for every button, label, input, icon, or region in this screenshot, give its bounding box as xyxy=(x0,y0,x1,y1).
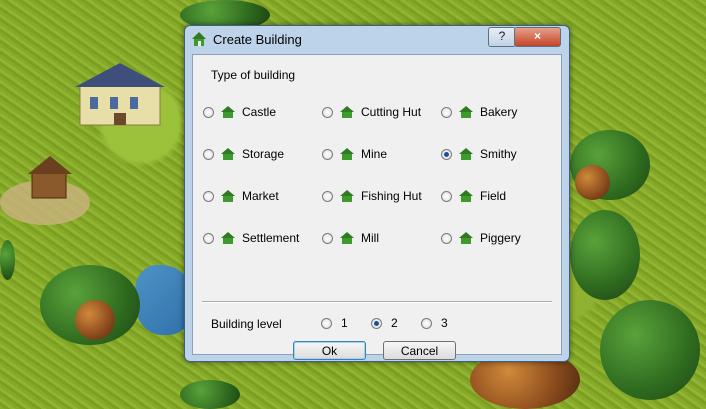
building-type-label: Piggery xyxy=(480,231,521,245)
section-divider xyxy=(202,301,552,303)
building-type-option[interactable]: Smithy xyxy=(441,145,517,163)
building-type-label: Castle xyxy=(242,105,277,119)
close-button[interactable]: × xyxy=(514,27,561,47)
house-icon xyxy=(192,32,206,46)
radio-button[interactable] xyxy=(321,317,332,329)
house-icon xyxy=(459,232,473,244)
building-type-label: Fishing Hut xyxy=(361,189,422,203)
house-icon xyxy=(221,232,235,244)
radio-button[interactable] xyxy=(441,190,452,202)
castle-building-image xyxy=(75,63,165,126)
tree-autumn xyxy=(575,165,610,200)
hut-building-image xyxy=(28,156,72,199)
radio-button[interactable] xyxy=(203,106,214,118)
tree-cluster xyxy=(600,300,700,400)
building-type-label: Storage xyxy=(242,147,285,161)
radio-button[interactable] xyxy=(441,106,452,118)
building-type-label: Mill xyxy=(361,231,379,245)
building-type-option[interactable]: Settlement xyxy=(203,229,299,247)
radio-button[interactable] xyxy=(322,148,333,160)
radio-button[interactable] xyxy=(421,317,432,329)
house-icon xyxy=(340,232,354,244)
house-icon xyxy=(221,190,235,202)
building-type-label: Mine xyxy=(361,147,388,161)
building-type-label: Cutting Hut xyxy=(361,105,422,119)
building-type-label: Field xyxy=(480,189,507,203)
building-level-label-value: 3 xyxy=(441,316,448,330)
building-type-label: Smithy xyxy=(480,147,517,161)
dialog-titlebar[interactable]: Create Building ? × xyxy=(185,26,569,52)
radio-button[interactable] xyxy=(441,232,452,244)
building-type-option[interactable]: Field xyxy=(441,187,506,205)
type-of-building-label: Type of building xyxy=(211,68,296,82)
house-icon xyxy=(340,190,354,202)
tree-cluster xyxy=(570,210,640,300)
dialog-title: Create Building xyxy=(213,32,302,47)
building-type-option[interactable]: Storage xyxy=(203,145,284,163)
building-type-option[interactable]: Fishing Hut xyxy=(322,187,422,205)
tree-cluster xyxy=(0,240,15,280)
building-level-label-value: 1 xyxy=(341,316,348,330)
radio-button[interactable] xyxy=(322,232,333,244)
building-type-option[interactable]: Market xyxy=(203,187,279,205)
radio-button[interactable] xyxy=(203,148,214,160)
radio-button[interactable] xyxy=(441,148,452,160)
building-type-option[interactable]: Mill xyxy=(322,229,379,247)
create-building-dialog: Create Building ? × Type of building Cas… xyxy=(184,25,570,362)
tree-autumn xyxy=(75,300,115,340)
building-level-label: Building level xyxy=(211,317,282,331)
house-icon xyxy=(459,148,473,160)
building-type-label: Settlement xyxy=(242,231,300,245)
house-icon xyxy=(340,106,354,118)
building-level-label-value: 2 xyxy=(391,316,398,330)
radio-button[interactable] xyxy=(322,190,333,202)
radio-button[interactable] xyxy=(203,190,214,202)
ok-button[interactable]: Ok xyxy=(293,341,366,360)
building-level-option[interactable]: 2 xyxy=(371,314,398,332)
building-type-label: Bakery xyxy=(480,105,518,119)
building-level-option[interactable]: 1 xyxy=(321,314,348,332)
tree-cluster xyxy=(180,380,240,409)
help-button[interactable]: ? xyxy=(488,27,516,47)
building-type-option[interactable]: Mine xyxy=(322,145,387,163)
house-icon xyxy=(459,190,473,202)
building-type-label: Market xyxy=(242,189,279,203)
house-icon xyxy=(340,148,354,160)
radio-button[interactable] xyxy=(322,106,333,118)
dialog-client-area: Type of building Castle Cutting Hut Bakery… xyxy=(192,54,562,360)
house-icon xyxy=(459,106,473,118)
radio-button[interactable] xyxy=(203,232,214,244)
building-type-option[interactable]: Castle xyxy=(203,103,276,121)
building-level-option[interactable]: 3 xyxy=(421,314,448,332)
house-icon xyxy=(221,106,235,118)
radio-button[interactable] xyxy=(371,317,382,329)
house-icon xyxy=(221,148,235,160)
building-type-option[interactable]: Piggery xyxy=(441,229,521,247)
building-type-option[interactable]: Bakery xyxy=(441,103,517,121)
cancel-button[interactable]: Cancel xyxy=(383,341,456,360)
building-type-option[interactable]: Cutting Hut xyxy=(322,103,421,121)
